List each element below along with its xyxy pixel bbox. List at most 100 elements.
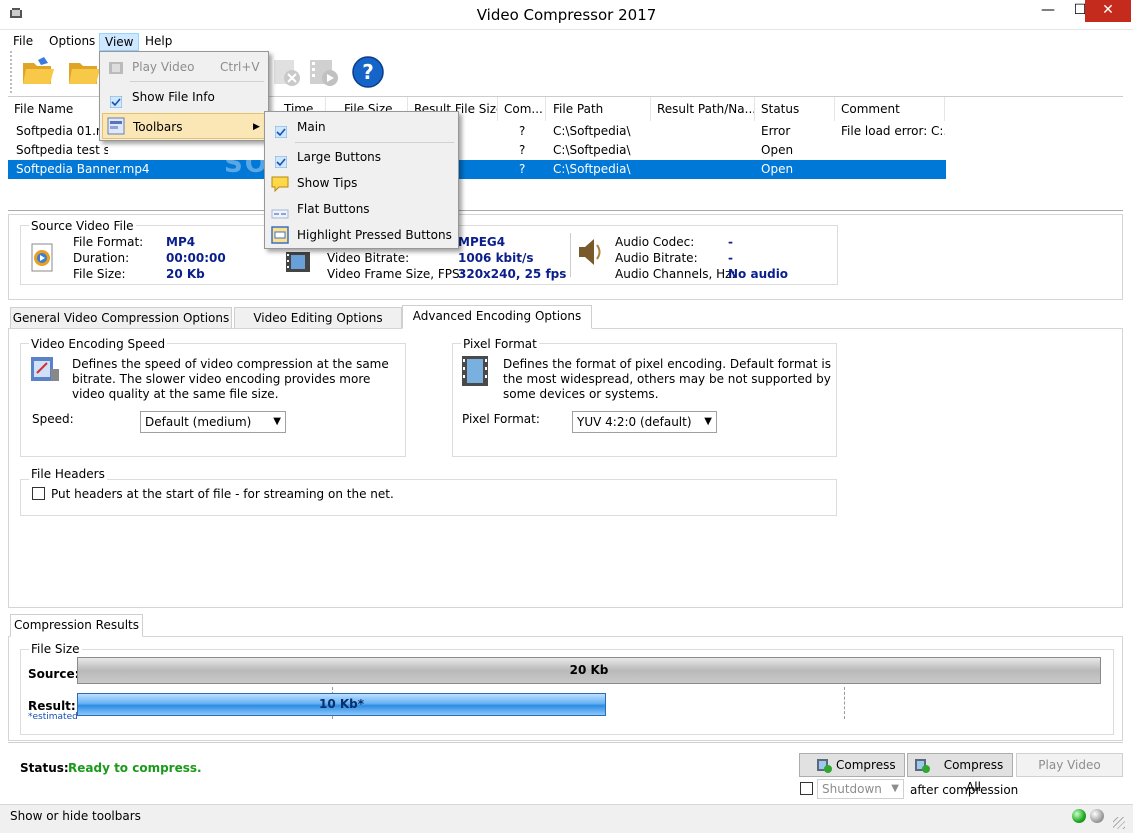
audio-bitrate-value: -	[728, 251, 733, 265]
menu-item-toolbars[interactable]: Toolbars ▶	[102, 113, 266, 139]
window-title: Video Compressor 2017	[476, 6, 657, 24]
gridline	[844, 687, 845, 719]
menu-view[interactable]: View	[99, 33, 140, 51]
table-splitter[interactable]	[8, 210, 1123, 211]
submenu-item-flat-buttons[interactable]: Flat Buttons	[267, 196, 456, 222]
menu-item-label: Flat Buttons	[297, 202, 370, 216]
source-size-value: 20 Kb	[569, 663, 609, 677]
col-header-result-path[interactable]: Result Path/Na...	[651, 97, 755, 121]
minimize-button[interactable]: —	[1031, 0, 1065, 22]
play-video-toolbar-button[interactable]	[306, 54, 342, 90]
tooltip-icon	[271, 175, 289, 193]
cell-status: Open	[761, 143, 794, 157]
view-menu-dropdown: Play Video Ctrl+V Show File Info Toolbar…	[99, 51, 269, 141]
remove-icon	[274, 60, 300, 86]
compress-all-button[interactable]: Compress All	[907, 753, 1013, 794]
status-label: Status:	[20, 761, 69, 775]
status-text: Ready to compress.	[68, 761, 202, 775]
file-size-title: File Size	[29, 642, 82, 656]
divider	[8, 742, 1123, 743]
submenu-item-large-buttons[interactable]: Large Buttons	[267, 144, 456, 170]
headers-checkbox[interactable]	[32, 487, 45, 500]
col-header-comment[interactable]: Comment	[835, 97, 945, 121]
compression-results-panel: File Size Source: 20 Kb Result: *estimat…	[8, 636, 1123, 741]
cell-status: Error	[761, 124, 791, 138]
audio-channels-label: Audio Channels, Hz:	[615, 267, 736, 281]
speed-label: Speed:	[32, 412, 74, 426]
video-bitrate-label: Video Bitrate:	[327, 251, 410, 265]
compress-button[interactable]: Compress	[799, 753, 905, 777]
file-format-value: MP4	[166, 235, 196, 249]
source-info-panel: Source Video File File Format: MP4 Durat…	[8, 214, 1123, 300]
add-files-button[interactable]	[20, 54, 56, 90]
duration-label: Duration:	[73, 251, 130, 265]
pixel-format-select[interactable]: YUV 4:2:0 (default) ▼	[572, 411, 717, 433]
svg-text:?: ?	[362, 60, 374, 84]
film-icon	[108, 59, 124, 75]
video-file-icon	[29, 243, 57, 273]
headers-checkbox-label[interactable]: Put headers at the start of file - for s…	[51, 487, 394, 501]
advanced-encoding-panel: Video Encoding Speed Defines the speed o…	[8, 328, 1123, 608]
estimated-note: *estimated	[28, 712, 78, 722]
speaker-icon	[575, 235, 605, 269]
menu-bar: File Options View Help	[0, 31, 1133, 51]
col-header-compressed[interactable]: Com...	[498, 97, 546, 121]
checkmark-icon	[274, 151, 288, 169]
speed-select[interactable]: Default (medium) ▼	[140, 411, 286, 433]
shutdown-checkbox[interactable]	[800, 782, 813, 795]
file-format-label: File Format:	[73, 235, 144, 249]
col-header-file-path[interactable]: File Path	[547, 97, 651, 121]
shutdown-select[interactable]: Shutdown ▼	[817, 779, 904, 799]
audio-codec-label: Audio Codec:	[615, 235, 695, 249]
tab-general-options[interactable]: General Video Compression Options	[10, 307, 232, 329]
cell-file-path: C:\Softpedia\	[553, 124, 631, 138]
submenu-item-show-tips[interactable]: Show Tips	[267, 170, 456, 196]
menu-item-play-video[interactable]: Play Video Ctrl+V	[102, 54, 266, 80]
menu-options[interactable]: Options	[44, 33, 100, 51]
col-header-file-name[interactable]: File Name	[8, 97, 108, 121]
duration-value: 00:00:00	[166, 251, 226, 265]
highlight-buttons-icon	[271, 226, 289, 244]
submenu-item-main[interactable]: Main	[267, 114, 456, 140]
cell-comment: File load error: C:...	[841, 124, 945, 138]
menu-item-label: Play Video	[132, 60, 195, 74]
encoding-speed-description: Defines the speed of video compression a…	[72, 357, 389, 401]
submenu-item-highlight-pressed[interactable]: Highlight Pressed Buttons	[267, 222, 456, 248]
play-video-button[interactable]: Play Video	[1016, 753, 1123, 777]
table-row[interactable]: Softpedia test slideshow.avi ? C:\Softpe…	[8, 141, 946, 160]
tab-advanced-encoding[interactable]: Advanced Encoding Options	[402, 305, 592, 329]
audio-bitrate-label: Audio Bitrate:	[615, 251, 698, 265]
help-button[interactable]: ?	[350, 54, 386, 90]
green-light-icon	[1072, 809, 1086, 823]
status-bar-text: Show or hide toolbars	[10, 809, 141, 823]
close-button[interactable]: ✕	[1085, 0, 1131, 22]
folder-icon	[69, 63, 100, 84]
col-header-status[interactable]: Status	[755, 97, 835, 121]
film-play-icon	[310, 60, 338, 86]
encoding-speed-title: Video Encoding Speed	[29, 337, 168, 351]
resize-grip[interactable]	[1113, 817, 1125, 829]
menu-item-show-file-info[interactable]: Show File Info	[102, 84, 266, 110]
add-folder-button[interactable]	[66, 54, 102, 90]
cell-compressed: ?	[519, 143, 526, 157]
source-size-bar: 20 Kb	[77, 657, 1101, 684]
toolbars-icon	[107, 117, 125, 135]
tab-video-editing[interactable]: Video Editing Options	[234, 307, 402, 329]
toolbar-grip[interactable]	[10, 51, 16, 93]
cell-file-path: C:\Softpedia\	[553, 143, 631, 157]
remove-file-button[interactable]	[268, 54, 304, 90]
menu-help[interactable]: Help	[140, 33, 177, 51]
pixel-format-select-value: YUV 4:2:0 (default)	[577, 415, 692, 429]
table-row-selected[interactable]: Softpedia Banner.mp4 ? C:\Softpedia\ Ope…	[8, 160, 946, 179]
cell-compressed: ?	[519, 162, 526, 176]
speed-settings-icon	[29, 355, 61, 385]
checkmark-icon	[109, 91, 123, 109]
tab-compression-results[interactable]: Compression Results	[10, 614, 143, 637]
cell-file-name: Softpedia 01.mp	[16, 124, 108, 138]
folder-open-icon	[23, 57, 54, 84]
source-info-title: Source Video File	[29, 219, 136, 233]
menu-item-label: Toolbars	[133, 120, 183, 134]
menu-item-label: Main	[297, 120, 326, 134]
menu-file[interactable]: File	[8, 33, 38, 51]
pixel-format-title: Pixel Format	[461, 337, 539, 351]
